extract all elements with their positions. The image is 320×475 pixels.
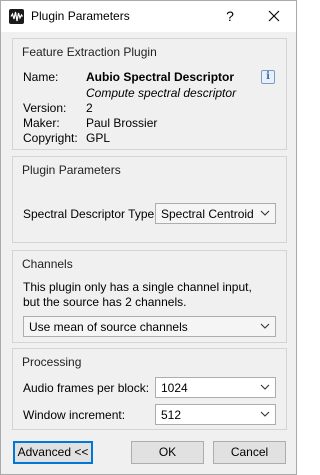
name-label: Name: bbox=[23, 70, 59, 84]
channels-message-line1: This plugin only has a single channel in… bbox=[23, 280, 252, 294]
copyright-value: GPL bbox=[86, 131, 111, 145]
name-value: Aubio Spectral Descriptor bbox=[86, 70, 235, 84]
app-waveform-icon bbox=[9, 9, 24, 24]
feature-extraction-group: Feature Extraction Plugin Name: Aubio Sp… bbox=[12, 38, 287, 150]
copyright-label: Copyright: bbox=[23, 131, 78, 145]
help-button[interactable]: ? bbox=[219, 5, 241, 27]
plugin-parameters-dialog: Plugin Parameters ? Feature Extraction P… bbox=[0, 0, 297, 475]
chevron-down-icon bbox=[260, 384, 270, 390]
channels-group: Channels This plugin only has a single c… bbox=[12, 250, 287, 343]
descriptor-type-select[interactable]: Spectral Centroid bbox=[155, 203, 276, 224]
frames-per-block-select[interactable]: 1024 bbox=[155, 377, 276, 398]
channels-message-line2: but the source has 2 channels. bbox=[23, 295, 187, 309]
channels-group-title: Channels bbox=[22, 257, 73, 271]
window-increment-select[interactable]: 512 bbox=[155, 404, 276, 425]
window-increment-value: 512 bbox=[161, 408, 182, 422]
version-value: 2 bbox=[86, 101, 93, 115]
chevron-down-icon bbox=[260, 210, 270, 216]
maker-label: Maker: bbox=[23, 116, 60, 130]
chevron-down-icon bbox=[260, 323, 270, 329]
title-bar: Plugin Parameters ? bbox=[1, 1, 296, 32]
descriptor-type-value: Spectral Centroid bbox=[161, 207, 254, 221]
close-icon bbox=[268, 10, 280, 22]
description-value: Compute spectral descriptor bbox=[86, 86, 237, 100]
chevron-down-icon bbox=[260, 411, 270, 417]
cancel-button[interactable]: Cancel bbox=[213, 441, 286, 464]
window-title: Plugin Parameters bbox=[31, 9, 130, 23]
plugin-parameters-group: Plugin Parameters Spectral Descriptor Ty… bbox=[12, 156, 287, 243]
window-increment-label: Window increment: bbox=[23, 408, 126, 422]
processing-group-title: Processing bbox=[22, 355, 82, 369]
advanced-toggle-button[interactable]: Advanced << bbox=[13, 441, 93, 464]
maker-value: Paul Brossier bbox=[86, 116, 158, 130]
channel-mode-value: Use mean of source channels bbox=[29, 320, 188, 334]
processing-group: Processing Audio frames per block: 1024 … bbox=[12, 348, 287, 430]
descriptor-type-label: Spectral Descriptor Type bbox=[23, 207, 155, 221]
feature-group-title: Feature Extraction Plugin bbox=[22, 45, 157, 59]
version-label: Version: bbox=[23, 101, 67, 115]
close-button[interactable] bbox=[259, 4, 289, 28]
params-group-title: Plugin Parameters bbox=[22, 163, 121, 177]
frames-per-block-value: 1024 bbox=[161, 381, 188, 395]
info-icon[interactable]: i bbox=[261, 70, 275, 84]
ok-button[interactable]: OK bbox=[131, 441, 204, 464]
channel-mode-select[interactable]: Use mean of source channels bbox=[23, 316, 276, 337]
frames-per-block-label: Audio frames per block: bbox=[23, 381, 150, 395]
